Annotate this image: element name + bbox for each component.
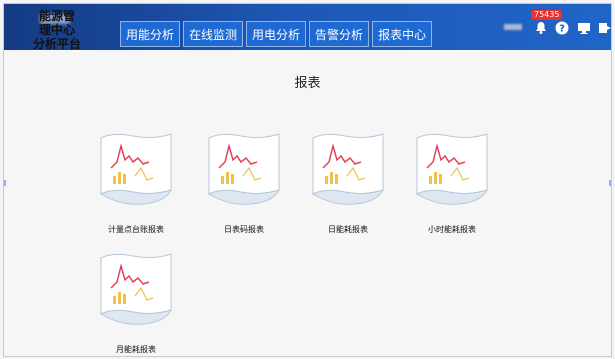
report-label: 月能耗报表 xyxy=(116,345,156,354)
app-window: 能源管 理中心 分析平台 用能分析 在线监测 用电分析 告警分析 报表中心 75… xyxy=(3,3,612,357)
report-label: 日能耗报表 xyxy=(328,225,368,234)
tab-electricity-analysis[interactable]: 用电分析 xyxy=(246,21,307,47)
report-document-icon xyxy=(207,133,280,205)
tab-energy-analysis[interactable]: 用能分析 xyxy=(120,21,181,47)
tab-online-monitoring[interactable]: 在线监测 xyxy=(183,21,244,47)
report-card-daily-energy[interactable]: 日能耗报表 xyxy=(300,132,396,242)
report-label: 小时能耗报表 xyxy=(428,225,476,234)
top-bar: 能源管 理中心 分析平台 用能分析 在线监测 用电分析 告警分析 报表中心 75… xyxy=(4,4,611,51)
help-icon[interactable]: ? xyxy=(555,21,569,35)
monitor-icon[interactable] xyxy=(577,21,591,35)
report-card-monthly-energy[interactable]: 月能耗报表 xyxy=(88,252,184,356)
main-nav: 用能分析 在线监测 用电分析 告警分析 报表中心 xyxy=(120,21,433,47)
report-label: 日表码报表 xyxy=(224,225,264,234)
header-actions: 75435 ? xyxy=(504,10,611,45)
alarm-bell-icon[interactable] xyxy=(534,21,548,35)
platform-title: 能源管 理中心 分析平台 xyxy=(32,9,81,51)
report-card-hourly-energy[interactable]: 小时能耗报表 xyxy=(404,132,500,242)
report-document-icon xyxy=(311,133,384,205)
report-document-icon xyxy=(99,253,172,325)
tab-report-center[interactable]: 报表中心 xyxy=(372,21,433,47)
exit-icon[interactable] xyxy=(598,21,611,35)
right-edge-marker xyxy=(609,180,611,186)
report-document-icon xyxy=(415,133,488,205)
svg-text:?: ? xyxy=(559,24,565,35)
left-edge-marker xyxy=(4,180,6,186)
page-title: 报表 xyxy=(294,76,321,91)
alarm-count-badge[interactable]: 75435 xyxy=(531,10,563,20)
report-label: 计量点台账报表 xyxy=(108,225,164,234)
tab-alarm-analysis[interactable]: 告警分析 xyxy=(309,21,370,47)
report-card-meter-ledger[interactable]: 计量点台账报表 xyxy=(88,132,184,242)
report-card-daily-meter-reading[interactable]: 日表码报表 xyxy=(196,132,292,242)
report-document-icon xyxy=(99,133,172,205)
blurred-user-name xyxy=(504,24,522,30)
